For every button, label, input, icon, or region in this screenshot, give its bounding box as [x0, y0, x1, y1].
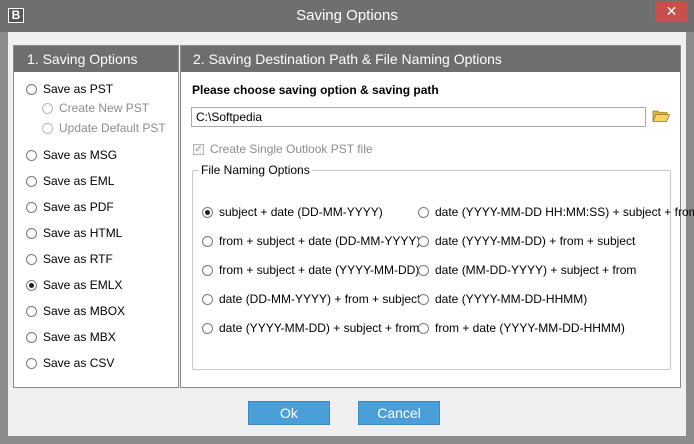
radio-circle[interactable] — [418, 206, 429, 218]
radio-label: date (YYYY-MM-DD-HHMM) — [435, 292, 588, 306]
radio-circle[interactable] — [202, 206, 213, 218]
radio-label: Save as MBX — [43, 330, 116, 344]
saving-path-prompt: Please choose saving option & saving pat… — [192, 83, 439, 97]
radio-circle[interactable] — [418, 322, 429, 334]
radio-save-pst[interactable]: Save as PST — [26, 81, 113, 97]
radio-label: from + subject + date (DD-MM-YYYY) — [219, 234, 421, 248]
ok-button[interactable]: Ok — [248, 401, 330, 425]
naming-option-8[interactable]: date (MM-DD-YYYY) + subject + from — [418, 262, 636, 278]
radio-label: Save as EMLX — [43, 278, 123, 292]
radio-label: Save as RTF — [43, 252, 113, 266]
naming-option-6[interactable]: date (YYYY-MM-DD HH:MM:SS) + subject + f… — [418, 204, 694, 220]
radio-save-msg[interactable]: Save as MSG — [26, 147, 117, 163]
radio-circle[interactable] — [202, 293, 213, 305]
folder-open-icon[interactable] — [652, 109, 670, 123]
dialog-body: 1. Saving Options Save as PST Create New… — [8, 32, 694, 436]
naming-option-9[interactable]: date (YYYY-MM-DD-HHMM) — [418, 291, 587, 307]
radio-circle[interactable] — [202, 322, 213, 334]
radio-save-eml[interactable]: Save as EML — [26, 173, 114, 189]
radio-circle[interactable] — [418, 293, 429, 305]
radio-label: subject + date (DD-MM-YYYY) — [219, 205, 383, 219]
radio-circle[interactable] — [202, 264, 213, 276]
radio-label: Save as CSV — [43, 356, 115, 370]
window-title: Saving Options — [296, 7, 398, 24]
radio-label: Save as MBOX — [43, 304, 126, 318]
naming-option-1[interactable]: subject + date (DD-MM-YYYY) — [202, 204, 383, 220]
cancel-button[interactable]: Cancel — [358, 401, 440, 425]
radio-label: Save as PDF — [43, 200, 114, 214]
naming-option-4[interactable]: date (DD-MM-YYYY) + from + subject — [202, 291, 420, 307]
radio-create-new-pst[interactable]: Create New PST — [42, 100, 149, 116]
saving-options-pane: 1. Saving Options Save as PST Create New… — [13, 45, 179, 388]
radio-circle[interactable] — [26, 305, 37, 317]
single-pst-label: Create Single Outlook PST file — [210, 142, 373, 156]
destination-header: 2. Saving Destination Path & File Naming… — [181, 46, 680, 72]
radio-label: Save as HTML — [43, 226, 123, 240]
naming-option-3[interactable]: from + subject + date (YYYY-MM-DD) — [202, 262, 419, 278]
radio-circle[interactable] — [26, 279, 37, 291]
naming-option-2[interactable]: from + subject + date (DD-MM-YYYY) — [202, 233, 420, 249]
radio-label: Save as PST — [43, 82, 114, 96]
radio-label: date (DD-MM-YYYY) + from + subject — [219, 292, 421, 306]
radio-save-emlx[interactable]: Save as EMLX — [26, 277, 122, 293]
file-naming-legend: File Naming Options — [199, 163, 312, 177]
saving-path-input[interactable] — [191, 107, 646, 127]
radio-circle[interactable] — [26, 227, 37, 239]
radio-circle[interactable] — [42, 122, 53, 134]
radio-label: date (YYYY-MM-DD) + from + subject — [435, 234, 636, 248]
radio-label: from + subject + date (YYYY-MM-DD) — [219, 263, 420, 277]
single-pst-checkbox[interactable]: ✓ — [193, 143, 204, 155]
saving-options-header: 1. Saving Options — [14, 46, 178, 72]
radio-label: date (YYYY-MM-DD HH:MM:SS) + subject + f… — [435, 205, 694, 219]
naming-option-10[interactable]: from + date (YYYY-MM-DD-HHMM) — [418, 320, 625, 336]
radio-save-csv[interactable]: Save as CSV — [26, 355, 114, 371]
radio-label: date (MM-DD-YYYY) + subject + from — [435, 263, 637, 277]
title-bar[interactable]: B Saving Options ✕ — [0, 0, 694, 32]
radio-label: Save as EML — [43, 174, 115, 188]
radio-label: date (YYYY-MM-DD) + subject + from — [219, 321, 420, 335]
radio-circle[interactable] — [26, 253, 37, 265]
radio-circle[interactable] — [26, 331, 37, 343]
radio-label: Create New PST — [59, 101, 150, 115]
radio-circle[interactable] — [26, 149, 37, 161]
radio-save-mbx[interactable]: Save as MBX — [26, 329, 116, 345]
naming-option-5[interactable]: date (YYYY-MM-DD) + subject + from — [202, 320, 419, 336]
close-button[interactable]: ✕ — [655, 1, 688, 21]
radio-save-pdf[interactable]: Save as PDF — [26, 199, 114, 215]
radio-circle[interactable] — [26, 175, 37, 187]
radio-circle[interactable] — [26, 201, 37, 213]
radio-circle[interactable] — [26, 83, 37, 95]
radio-update-default-pst[interactable]: Update Default PST — [42, 120, 166, 136]
radio-label: Update Default PST — [59, 121, 166, 135]
dialog-window: B Saving Options ✕ 1. Saving Options Sav… — [0, 0, 694, 444]
radio-save-html[interactable]: Save as HTML — [26, 225, 122, 241]
radio-circle[interactable] — [418, 235, 429, 247]
destination-pane: 2. Saving Destination Path & File Naming… — [180, 45, 694, 388]
radio-label: Save as MSG — [43, 148, 118, 162]
radio-label: from + date (YYYY-MM-DD-HHMM) — [435, 321, 625, 335]
single-pst-checkbox-row[interactable]: ✓ Create Single Outlook PST file — [193, 142, 373, 156]
radio-circle[interactable] — [202, 235, 213, 247]
radio-circle[interactable] — [26, 357, 37, 369]
radio-circle[interactable] — [418, 264, 429, 276]
radio-save-rtf[interactable]: Save as RTF — [26, 251, 113, 267]
radio-circle[interactable] — [42, 102, 53, 114]
naming-option-7[interactable]: date (YYYY-MM-DD) + from + subject — [418, 233, 635, 249]
radio-save-mbox[interactable]: Save as MBOX — [26, 303, 125, 319]
